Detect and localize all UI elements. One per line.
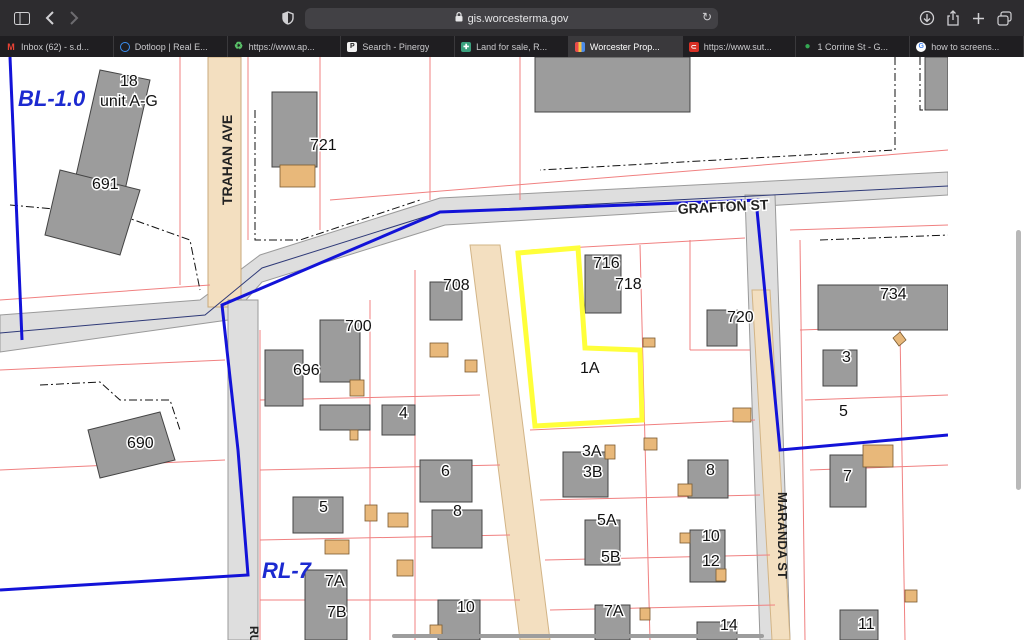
zone-label: RL-7 — [262, 558, 313, 583]
lot-number: 7 — [843, 468, 852, 485]
address-bar[interactable]: gis.worcesterma.gov ↻ — [305, 8, 718, 29]
lock-icon — [455, 12, 463, 25]
tab-google-search[interactable]: Ghow to screens... — [910, 36, 1024, 57]
zone-label: BL-1.0 — [18, 86, 86, 111]
lot-number: 10 — [702, 528, 720, 545]
share-icon[interactable] — [943, 8, 963, 28]
street-label: RU — [247, 626, 261, 640]
pinergy-icon: P — [347, 41, 358, 52]
tab-bar: M Inbox (62) - s.d... Dotloop | Real E...… — [0, 36, 1024, 57]
lot-number: 734 — [880, 286, 907, 303]
lot-number: 5 — [839, 403, 848, 420]
lot-number: 11 — [858, 616, 875, 633]
lot-number: 708 — [443, 277, 470, 294]
new-tab-icon[interactable] — [968, 8, 988, 28]
tab-label: Worcester Prop... — [589, 41, 660, 52]
downloads-icon[interactable] — [917, 8, 937, 28]
lot-number: 3B — [583, 464, 603, 481]
tab-land[interactable]: ✚ Land for sale, R... — [455, 36, 569, 57]
lot-number: 18 — [120, 73, 138, 90]
address-text: gis.worcesterma.gov — [467, 12, 569, 25]
land-icon: ✚ — [461, 41, 472, 52]
tab-dotloop[interactable]: Dotloop | Real E... — [114, 36, 228, 57]
tab-label: Land for sale, R... — [476, 41, 548, 52]
lot-number: 8 — [453, 503, 462, 520]
tab-google-maps[interactable]: ● 1 Corrine St - G... — [796, 36, 911, 57]
maps-pin-icon: ● — [804, 41, 811, 52]
path-strip — [469, 244, 551, 640]
tab-ap[interactable]: ♻ https://www.ap... — [228, 36, 342, 57]
vertical-scrollbar[interactable] — [1016, 230, 1021, 490]
tab-label: https://www.sut... — [703, 41, 772, 52]
lot-number: 690 — [127, 435, 154, 452]
tab-label: Search - Pinergy — [362, 41, 430, 52]
lot-number: 5 — [319, 499, 328, 516]
google-icon: G — [916, 41, 927, 52]
tab-sut[interactable]: ⊂ https://www.sut... — [683, 36, 797, 57]
lot-number: 7A — [325, 573, 345, 590]
tab-label: 1 Corrine St - G... — [817, 41, 888, 52]
tab-pinergy[interactable]: P Search - Pinergy — [341, 36, 456, 57]
lot-number: 7B — [327, 604, 347, 621]
lot-number: 3 — [842, 349, 851, 366]
recycle-icon: ♻ — [234, 41, 244, 52]
tab-gmail[interactable]: M Inbox (62) - s.d... — [0, 36, 114, 57]
forward-arrow-icon[interactable] — [64, 8, 84, 28]
lot-number: 721 — [310, 137, 337, 154]
horizontal-scrollbar[interactable] — [392, 634, 764, 638]
sut-icon: ⊂ — [688, 41, 699, 52]
page-margin — [948, 57, 1024, 640]
tab-label: https://www.ap... — [248, 41, 315, 52]
browser-toolbar: gis.worcesterma.gov ↻ — [0, 0, 1024, 36]
lot-number: 720 — [727, 309, 754, 326]
gis-map[interactable]: BL-1.0 RL-7 GRAFTON ST TRAHAN AVE MARAND… — [0, 57, 948, 640]
lot-number: 8 — [706, 462, 715, 479]
parcel-lines — [0, 57, 948, 640]
lot-number: 3A — [582, 443, 602, 460]
tab-label: Inbox (62) - s.d... — [21, 41, 90, 52]
tab-label: Dotloop | Real E... — [134, 41, 208, 52]
street-label: TRAHAN AVE — [219, 115, 235, 205]
lot-number: 716 — [593, 255, 620, 272]
dashdot-lines — [9, 57, 948, 431]
lot-number: 5A — [597, 512, 617, 529]
street-label: MARANDA ST — [775, 492, 790, 579]
lot-number: 696 — [293, 362, 320, 379]
tab-label: how to screens... — [931, 41, 1000, 52]
dotloop-icon — [119, 41, 130, 52]
lot-number: 718 — [615, 276, 642, 293]
privacy-shield-icon[interactable] — [278, 8, 298, 28]
lot-number: 7A — [604, 603, 624, 620]
lot-number: 5B — [601, 549, 621, 566]
lot-number: 1A — [580, 360, 600, 377]
lot-number: 6 — [441, 463, 450, 480]
road-network — [0, 57, 948, 640]
tab-overview-icon[interactable] — [994, 8, 1014, 28]
lot-number: 700 — [345, 318, 372, 335]
sidebar-toggle-icon[interactable] — [12, 8, 32, 28]
highlighted-parcel — [515, 245, 645, 429]
worcester-icon — [574, 41, 585, 52]
tab-worcester[interactable]: Worcester Prop... — [568, 36, 683, 57]
lot-number: 691 — [92, 176, 119, 193]
gmail-icon: M — [7, 41, 15, 52]
lot-number: 12 — [702, 553, 720, 570]
lot-number: 4 — [399, 405, 408, 422]
lot-number: 10 — [457, 599, 475, 616]
reload-icon[interactable]: ↻ — [702, 10, 712, 24]
lot-number: unit A-G — [100, 93, 158, 110]
lot-number: 14 — [720, 617, 738, 634]
back-arrow-icon[interactable] — [40, 8, 60, 28]
